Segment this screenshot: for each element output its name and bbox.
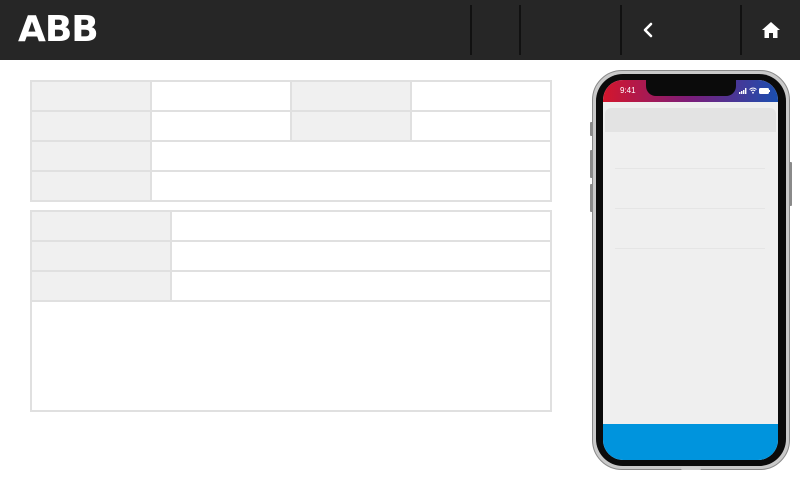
phone-preview: 9:41 [590, 70, 792, 470]
table-row [32, 212, 550, 242]
row-value [152, 112, 290, 140]
status-time: 9:41 [620, 86, 636, 95]
phone-list-divider [615, 208, 765, 209]
back-button[interactable] [622, 5, 740, 55]
chevron-left-icon [643, 22, 653, 38]
wifi-icon [749, 87, 757, 94]
phone-list-divider [615, 248, 765, 249]
info-table-2 [30, 210, 552, 412]
row-value [152, 142, 550, 170]
home-button[interactable] [742, 5, 800, 55]
row-value [172, 272, 550, 300]
table-row [32, 112, 550, 142]
table-row [32, 172, 550, 202]
home-icon [762, 22, 780, 38]
signal-icon [739, 88, 747, 94]
info-table-1 [30, 80, 552, 202]
header-slot-2[interactable] [521, 5, 620, 55]
row-label [32, 82, 150, 110]
row-label [32, 172, 150, 200]
table-row [32, 142, 550, 172]
row-value [152, 172, 550, 200]
row-value [152, 82, 290, 110]
table-row [32, 242, 550, 272]
table-row [32, 272, 550, 302]
phone-home-indicator [681, 467, 701, 470]
table-row [32, 82, 550, 112]
phone-bottom-bar[interactable] [603, 424, 778, 460]
row-value [172, 212, 550, 240]
notes-area [32, 302, 550, 410]
phone-app-header [605, 108, 776, 132]
row-value [172, 242, 550, 270]
abb-logo: ABB [18, 12, 99, 48]
row-label [32, 212, 170, 240]
row-label [292, 82, 410, 110]
phone-notch [646, 80, 736, 96]
row-label [292, 112, 410, 140]
row-value [412, 82, 550, 110]
logo-text: ABB [18, 9, 99, 50]
row-label [32, 142, 150, 170]
row-label [32, 112, 150, 140]
row-value [412, 112, 550, 140]
row-label [32, 242, 170, 270]
phone-list-divider [615, 168, 765, 169]
battery-icon [759, 88, 770, 94]
phone-screen: 9:41 [603, 80, 778, 460]
top-bar: ABB [0, 0, 800, 60]
header-slot-1[interactable] [472, 5, 519, 55]
phone-app-area [603, 102, 778, 430]
row-label [32, 272, 170, 300]
